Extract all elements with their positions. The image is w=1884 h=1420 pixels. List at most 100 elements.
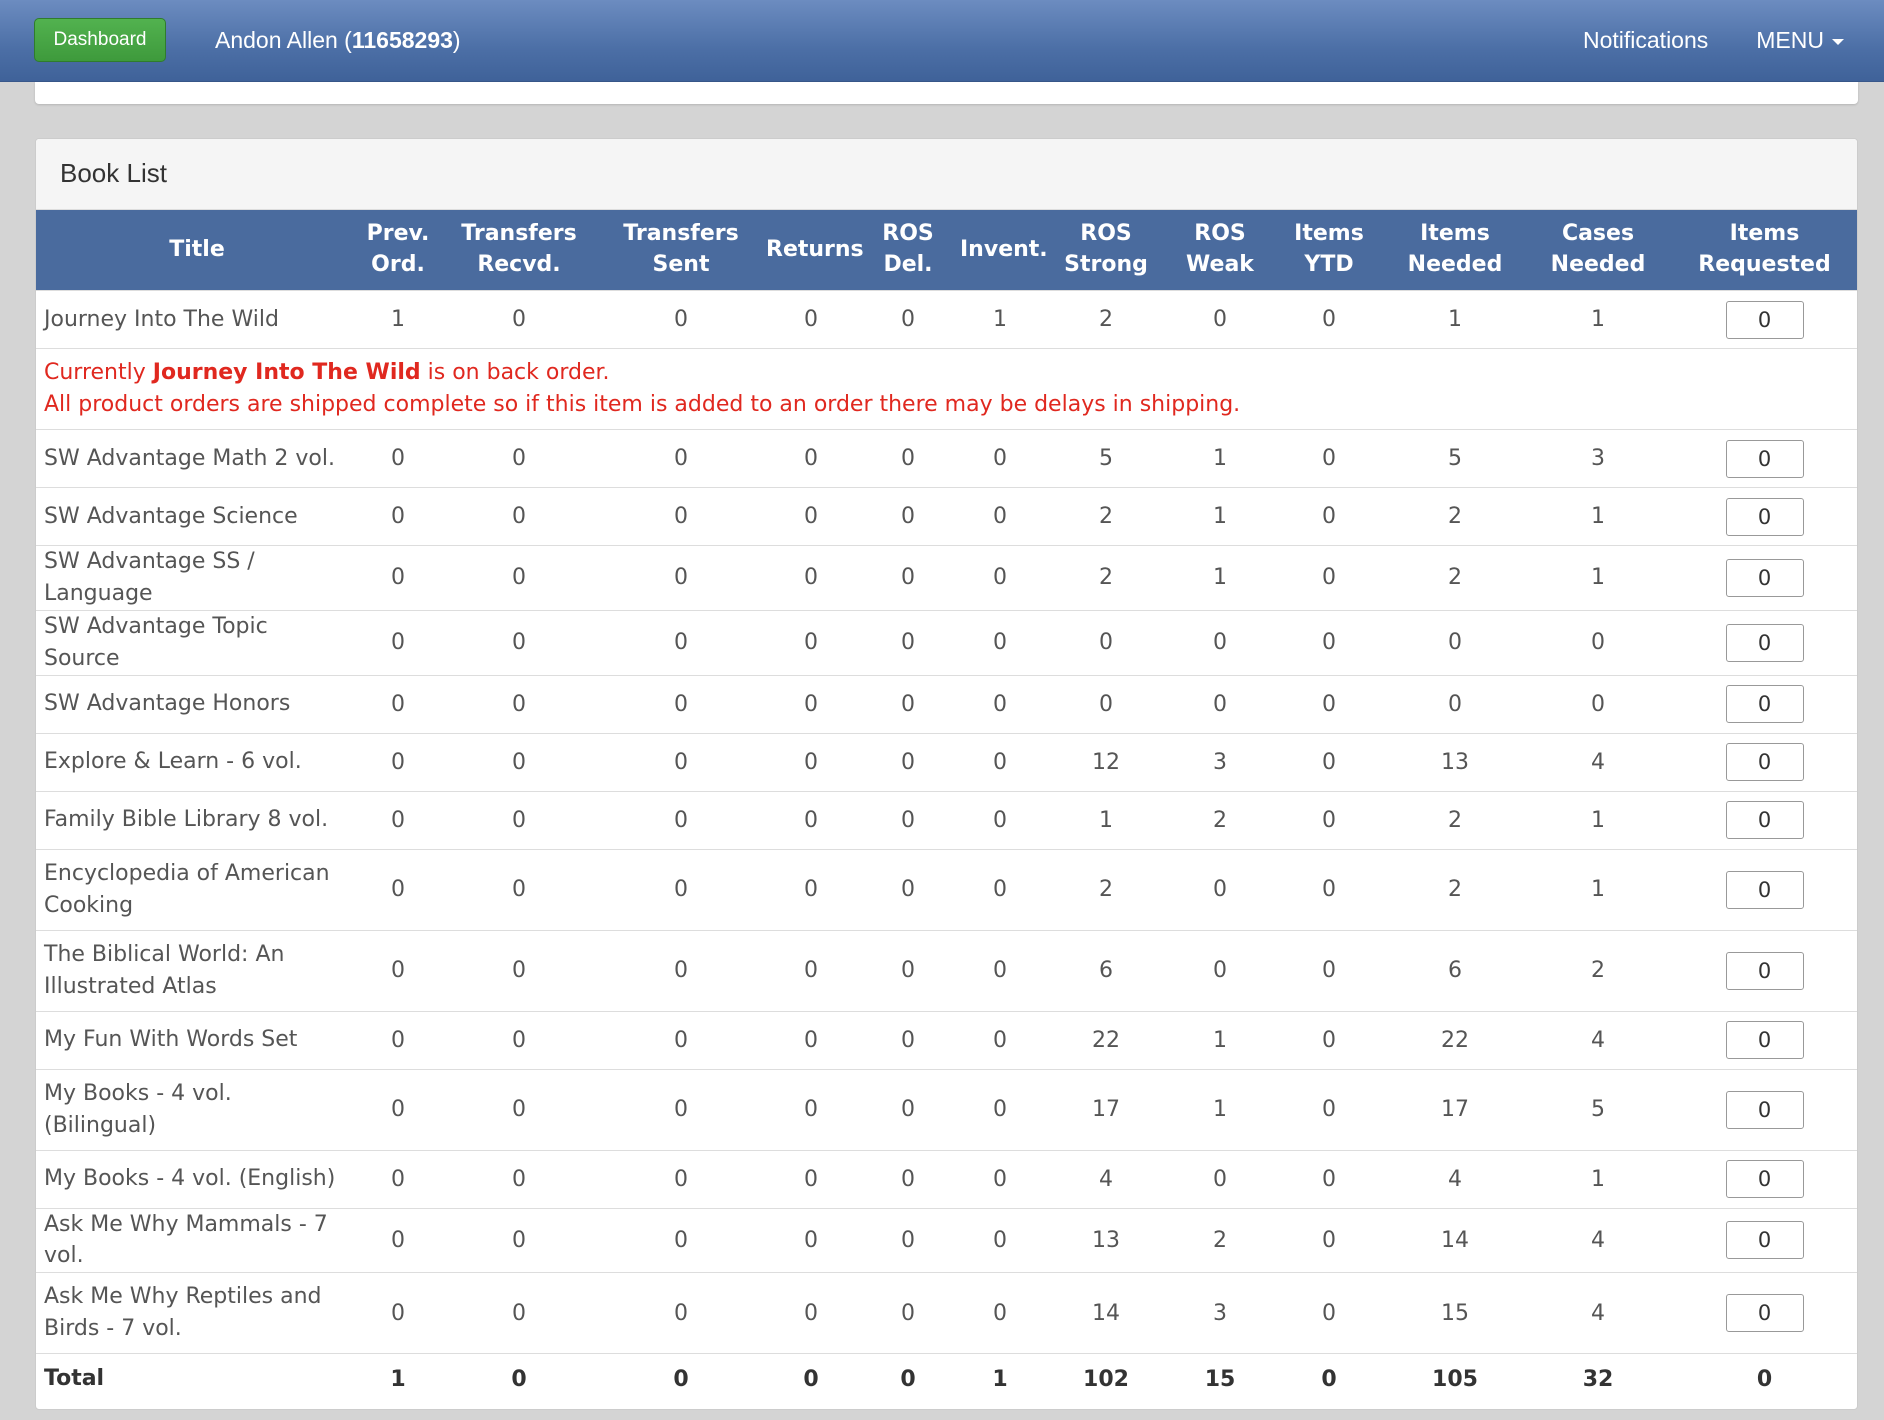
items-requested-input[interactable]: 0 bbox=[1725, 497, 1804, 536]
table-cell: 2 bbox=[1044, 290, 1168, 349]
book-title: My Books - 4 vol. (English) bbox=[36, 1149, 358, 1209]
items-requested-input[interactable]: 0 bbox=[1725, 801, 1804, 840]
table-cell: 1 bbox=[1524, 848, 1672, 931]
table-cell: 0 bbox=[1272, 290, 1386, 349]
table-cell: 0 bbox=[1168, 848, 1272, 931]
table-cell: 0 bbox=[956, 674, 1044, 734]
table-cell: 0 bbox=[600, 1068, 762, 1151]
table-cell: 0 bbox=[438, 929, 600, 1012]
table-cell: 0 bbox=[762, 487, 860, 546]
table-row: My Books - 4 vol. (Bilingual) 0 0 0 0 0 0 17 1 0 1… bbox=[36, 1068, 1857, 1151]
user-info: Andon Allen (11658293) bbox=[215, 27, 461, 53]
table-row: SW Advantage Honors 0 0 0 0 0 0 0 0 0 0 0 0 bbox=[36, 674, 1857, 734]
table-cell: 0 bbox=[860, 929, 956, 1012]
table-cell: 0 bbox=[1272, 929, 1386, 1012]
book-title: SW Advantage Math 2 vol. bbox=[36, 429, 358, 488]
table-cell: 1 bbox=[1168, 545, 1272, 611]
notifications-link[interactable]: Notifications bbox=[1583, 27, 1708, 54]
table-cell: 0 bbox=[1272, 487, 1386, 546]
table-cell: 0 bbox=[1168, 1149, 1272, 1209]
table-cell: 0 bbox=[1272, 1272, 1386, 1354]
table-cell: 0 bbox=[762, 609, 860, 676]
table-cell: 0 bbox=[860, 1207, 956, 1273]
items-requested-input[interactable]: 0 bbox=[1725, 951, 1804, 990]
items-requested-input[interactable]: 0 bbox=[1725, 685, 1804, 724]
table-row: SW Advantage SS / Language 0 0 0 0 0 0 2 1 0 2 1 0 bbox=[36, 545, 1857, 611]
table-cell: 2 bbox=[1386, 790, 1524, 850]
items-requested-input[interactable]: 0 bbox=[1725, 623, 1804, 662]
items-requested-input[interactable]: 0 bbox=[1725, 1221, 1804, 1260]
items-requested-input[interactable]: 0 bbox=[1725, 439, 1804, 478]
book-list-table: Title Prev. Ord. Transfers Recvd. Transfers Se… bbox=[36, 210, 1857, 1404]
book-title: My Fun With Words Set bbox=[36, 1010, 358, 1070]
table-cell: 0 bbox=[860, 674, 956, 734]
table-cell: 0 bbox=[1168, 290, 1272, 349]
book-title: SW Advantage Science bbox=[36, 487, 358, 546]
table-cell: 2 bbox=[1044, 487, 1168, 546]
total-row: Total 1 0 0 0 0 1 102 15 0 105 32 0 bbox=[36, 1353, 1857, 1404]
table-cell: 2 bbox=[1386, 545, 1524, 611]
items-requested-input[interactable]: 0 bbox=[1725, 1294, 1804, 1333]
table-cell: 4 bbox=[1386, 1149, 1524, 1209]
items-requested-input[interactable]: 0 bbox=[1725, 1090, 1804, 1129]
table-cell: 0 bbox=[358, 545, 438, 611]
table-row: Explore & Learn - 6 vol. 0 0 0 0 0 0 12 3 0 13 4 0 bbox=[36, 732, 1857, 792]
table-cell: 0 bbox=[956, 1272, 1044, 1354]
table-cell: 1 bbox=[1168, 429, 1272, 488]
table-cell: 2 bbox=[1168, 790, 1272, 850]
table-cell: 0 bbox=[762, 848, 860, 931]
table-cell: 0 bbox=[438, 674, 600, 734]
items-requested-input[interactable]: 0 bbox=[1725, 743, 1804, 782]
table-cell: 0 bbox=[358, 790, 438, 850]
table-cell: 0 bbox=[600, 929, 762, 1012]
dashboard-button[interactable]: Dashboard bbox=[34, 18, 166, 62]
table-cell: 4 bbox=[1044, 1149, 1168, 1209]
table-cell: 5 bbox=[1386, 429, 1524, 488]
menu-dropdown[interactable]: MENU bbox=[1756, 27, 1844, 54]
table-cell: 0 bbox=[358, 929, 438, 1012]
table-cell: 0 bbox=[860, 1010, 956, 1070]
table-cell: 1 bbox=[1386, 290, 1524, 349]
table-cell: 0 bbox=[956, 1010, 1044, 1070]
items-requested-input[interactable]: 0 bbox=[1725, 1160, 1804, 1199]
table-cell: 0 bbox=[1272, 609, 1386, 676]
table-cell: 0 bbox=[358, 1010, 438, 1070]
table-cell: 0 bbox=[1386, 674, 1524, 734]
table-cell: 0 bbox=[600, 545, 762, 611]
table-cell: 0 bbox=[956, 609, 1044, 676]
table-cell: 3 bbox=[1168, 732, 1272, 792]
table-row: My Books - 4 vol. (English) 0 0 0 0 0 0 4 0 0 4 1 0 bbox=[36, 1149, 1857, 1209]
table-row: Ask Me Why Reptiles and Birds - 7 vol. 0 0… bbox=[36, 1272, 1857, 1354]
table-cell: 0 bbox=[1044, 674, 1168, 734]
total-label: Total bbox=[36, 1353, 358, 1404]
table-cell: 1 bbox=[1524, 790, 1672, 850]
items-requested-input[interactable]: 0 bbox=[1725, 558, 1804, 597]
table-cell: 0 bbox=[762, 732, 860, 792]
table-cell: 0 bbox=[956, 1149, 1044, 1209]
table-cell: 0 bbox=[762, 790, 860, 850]
table-cell: 0 bbox=[438, 429, 600, 488]
items-requested-input[interactable]: 0 bbox=[1725, 300, 1804, 339]
table-cell: 0 bbox=[600, 1010, 762, 1070]
items-requested-input[interactable]: 0 bbox=[1725, 870, 1804, 909]
table-cell: 5 bbox=[1524, 1068, 1672, 1151]
table-cell: 2 bbox=[1044, 848, 1168, 931]
table-cell: 2 bbox=[1386, 848, 1524, 931]
table-cell: 0 bbox=[438, 1272, 600, 1354]
table-cell: 0 bbox=[860, 290, 956, 349]
backorder-alert-row: Currently Journey Into The Wild is on ba… bbox=[36, 348, 1857, 430]
table-cell: 0 bbox=[438, 609, 600, 676]
table-cell: 0 bbox=[438, 487, 600, 546]
table-cell: 0 bbox=[358, 674, 438, 734]
table-cell: 0 bbox=[860, 732, 956, 792]
table-cell: 0 bbox=[438, 1149, 600, 1209]
table-cell: 0 bbox=[438, 1068, 600, 1151]
table-cell: 0 bbox=[600, 609, 762, 676]
table-row: Encyclopedia of American Cooking 0 0 0 0 0 0 2 0… bbox=[36, 848, 1857, 931]
book-list-panel: Book List Title Prev. Ord. Transfers Recvd. T… bbox=[35, 138, 1858, 1410]
table-cell: 0 bbox=[762, 290, 860, 349]
table-cell: 0 bbox=[762, 1010, 860, 1070]
table-cell: 0 bbox=[860, 848, 956, 931]
column-header: Invent. bbox=[956, 210, 1048, 291]
items-requested-input[interactable]: 0 bbox=[1725, 1021, 1804, 1060]
